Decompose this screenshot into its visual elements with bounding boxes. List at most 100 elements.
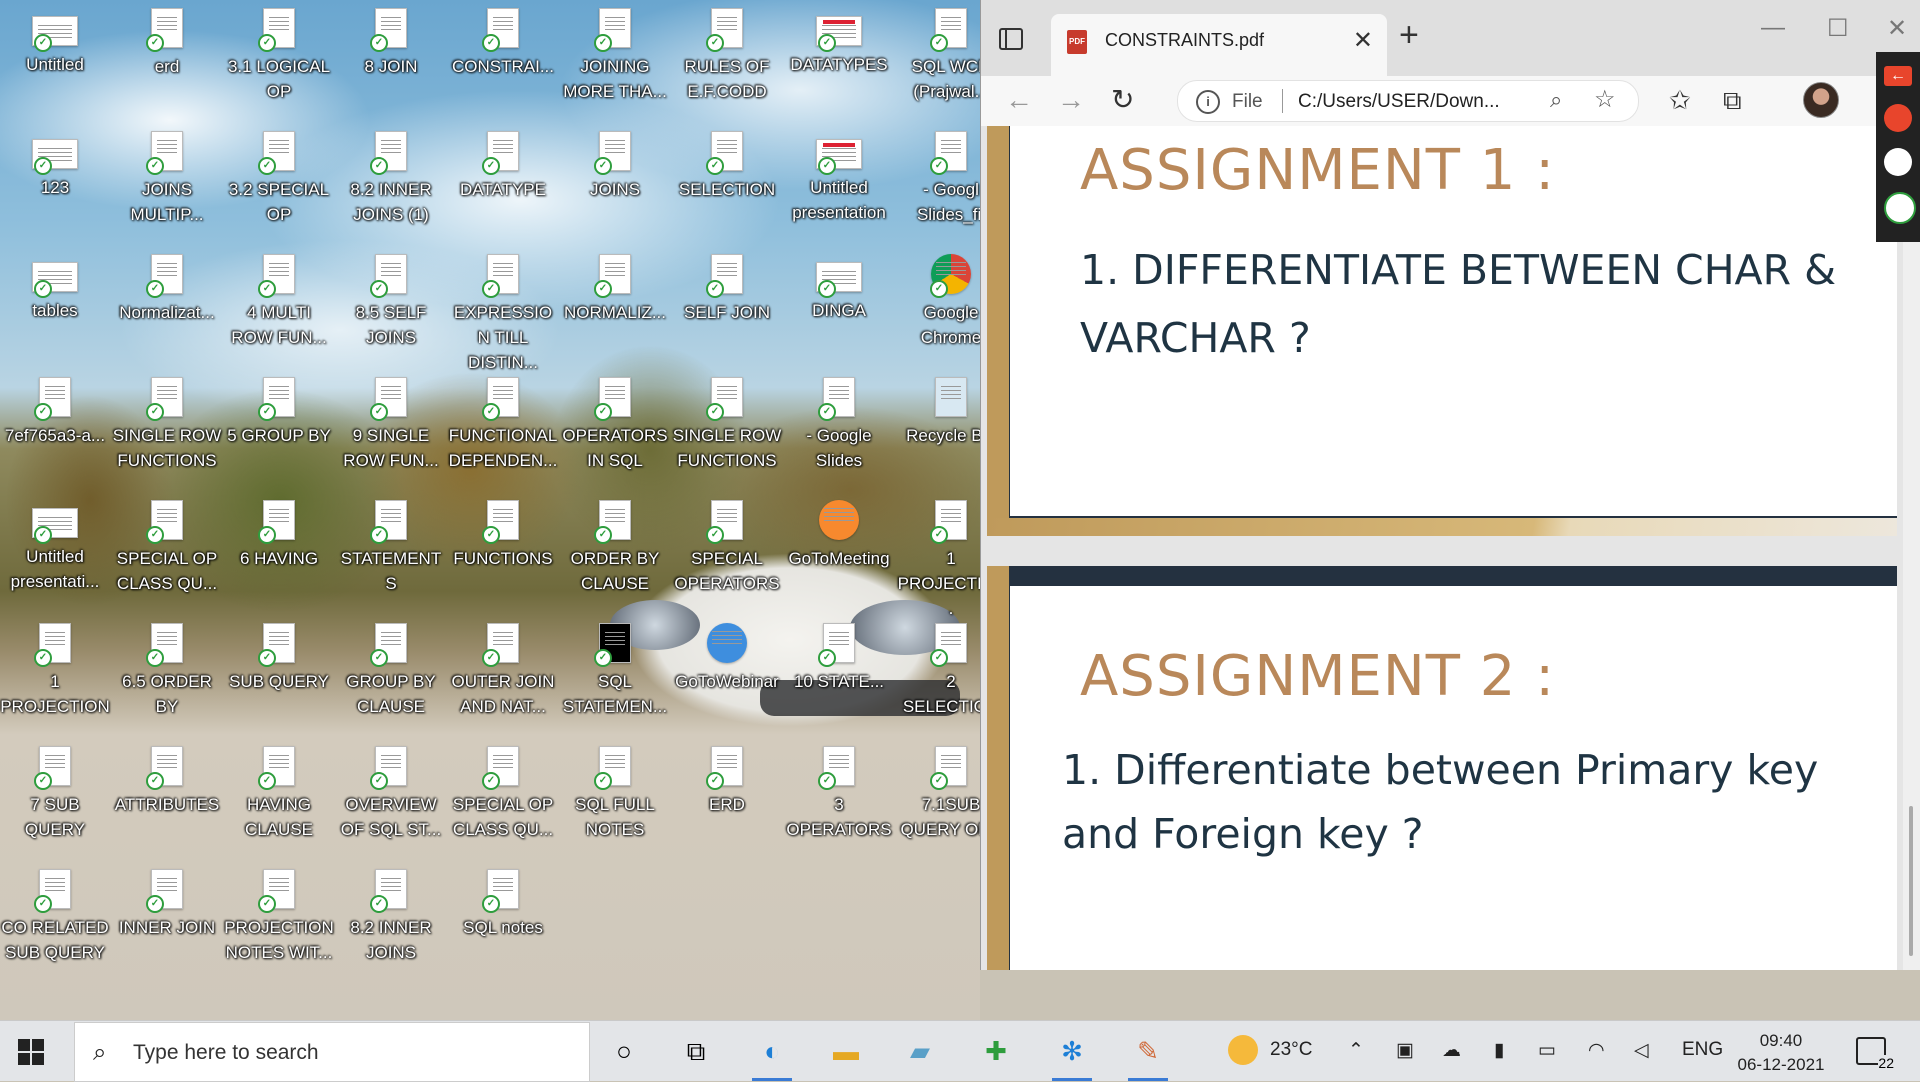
desktop-icon[interactable]: ✓ 8.5 SELF JOINS [336,254,446,350]
desktop-icon[interactable]: ✓ GROUP BY CLAUSE [336,623,446,719]
file-explorer-icon[interactable]: ▬ [826,1033,866,1069]
desktop-icon[interactable]: GoToMeeting [784,500,894,571]
desktop-icon[interactable]: ✓ 9 SINGLE ROW FUN... [336,377,446,473]
pin-app-icon[interactable]: ✚ [976,1033,1016,1069]
download-icon[interactable] [1884,192,1916,224]
onedrive-icon[interactable]: ☁ [1442,1039,1461,1062]
desktop-icon[interactable]: ✓ STATEMENTS [336,500,446,596]
desktop-icon[interactable]: ✓ 7ef765a3-a... [0,377,110,448]
maximize-icon[interactable]: ☐ [1827,14,1849,43]
clock[interactable]: 09:40 06-12-2021 [1726,1029,1836,1077]
desktop-icon[interactable]: ✓ 6 HAVING [224,500,334,571]
site-info-icon[interactable]: i [1196,90,1220,114]
chevron-up-icon[interactable]: ⌃ [1348,1039,1364,1062]
desktop-icon[interactable]: ✓ 1 PROJECTIO... [896,500,980,621]
desktop-icon[interactable]: ✓ HAVING CLAUSE [224,746,334,842]
desktop-icon[interactable]: ✓ 7 SUB QUERY [0,746,110,842]
new-tab-icon[interactable]: + [1399,18,1419,52]
desktop-icon[interactable]: GoToWebinar [672,623,782,694]
notification-center-icon[interactable]: 22 [1856,1037,1894,1071]
language-indicator[interactable]: ENG [1682,1039,1723,1061]
desktop-icon[interactable]: ✓ 6.5 ORDER BY [112,623,222,719]
battery-icon[interactable]: ▭ [1538,1039,1556,1062]
desktop-icon[interactable]: ✓ Untitled presentation [784,131,894,225]
desktop-icon[interactable]: ✓ PROJECTION NOTES WIT... [224,869,334,965]
minimize-icon[interactable]: — [1761,14,1785,42]
edge-browser-icon[interactable]: ◐ [752,1033,792,1081]
desktop-icon[interactable]: ✓ CONSTRAI... [448,8,558,79]
desktop-icon[interactable]: ✓ ORDER BY CLAUSE [560,500,670,596]
desktop-icon[interactable]: ✓ SINGLE ROW FUNCTIONS [112,377,222,473]
desktop-icon[interactable]: ✓ JOINING MORE THA... [560,8,670,104]
desktop-icon[interactable]: ✓ JOINS [560,131,670,202]
desktop-icon[interactable]: ✓ OUTER JOIN AND NAT... [448,623,558,719]
windows-start-icon[interactable] [18,1039,44,1065]
desktop-icon[interactable]: ✓ FUNCTIONAL DEPENDEN... [448,377,558,473]
desktop-icon[interactable]: ✓ 8.2 INNER JOINS [336,869,446,965]
desktop-icon[interactable]: ✓ SQL notes [448,869,558,940]
desktop-icon[interactable]: ✓ SQL WCD (Prajwal... [896,8,980,104]
microphone-tray-icon[interactable]: ▮ [1494,1039,1504,1062]
taskbar-search-box[interactable]: ⌕ Type here to search [74,1022,590,1082]
address-bar[interactable]: i File C:/Users/USER/Down... ⌕ ☆ [1177,80,1639,122]
desktop-icon[interactable]: ✓ OVERVIEW OF SQL ST... [336,746,446,842]
desktop-icon[interactable]: ✓ OPERATORS IN SQL [560,377,670,473]
desktop-icon[interactable]: ✓ SQL STATEMEN... [560,623,670,719]
desktop-icon[interactable]: ✓ Normalizat... [112,254,222,325]
cortana-icon[interactable]: ○ [604,1033,644,1069]
close-window-icon[interactable]: ✕ [1887,14,1907,43]
desktop-icon[interactable]: ✓ SINGLE ROW FUNCTIONS [672,377,782,473]
desktop-icon[interactable]: ✓ 3.1 LOGICAL OP [224,8,334,104]
desktop-icon[interactable]: ✓ 8 JOIN [336,8,446,79]
desktop-icon[interactable]: ✓ DATATYPE [448,131,558,202]
desktop-icon[interactable]: ✓ SQL FULL NOTES [560,746,670,842]
notes-app-icon[interactable]: ▰ [900,1033,940,1069]
desktop-icon[interactable]: ✓ EXPRESSION TILL DISTIN... [448,254,558,375]
wifi-icon[interactable]: ◠ [1588,1039,1605,1062]
meet-now-icon[interactable]: ▣ [1396,1039,1414,1062]
desktop-icon[interactable]: ✓ SPECIAL OP CLASS QU... [112,500,222,596]
desktop-icon[interactable]: ✓ SELF JOIN [672,254,782,325]
desktop-icon[interactable]: ✓ RULES OF E.F.CODD [672,8,782,104]
arrow-left-icon[interactable]: ← [1884,66,1912,86]
refresh-icon[interactable]: ↻ [1111,82,1134,118]
desktop-icon[interactable]: ✓ 8.2 INNER JOINS (1) [336,131,446,227]
desktop-icon[interactable]: ✓ DATATYPES [784,8,894,77]
desktop-icon[interactable]: ✓ DINGA [784,254,894,323]
desktop-icon[interactable]: ✓ 5 GROUP BY [224,377,334,448]
desktop-icon[interactable]: ✓ 1 PROJECTION [0,623,110,719]
desktop-icon[interactable]: ✓ SPECIAL OP CLASS QU... [448,746,558,842]
desktop-icon[interactable]: ✓ 123 [0,131,110,200]
desktop-icon[interactable]: ✓ NORMALIZ... [560,254,670,325]
desktop-icon[interactable]: ✓ Untitled presentati... [0,500,110,594]
desktop-icon[interactable]: ✓ FUNCTIONS [448,500,558,571]
task-view-icon[interactable]: ⧉ [676,1033,716,1069]
desktop-icon[interactable]: ✓ SELECTION [672,131,782,202]
desktop-icon[interactable]: ✓ 2 SELECTION [896,623,980,719]
desktop-icon[interactable]: Recycle Bin [896,377,980,448]
url-text[interactable]: C:/Users/USER/Down... [1298,91,1500,113]
paint-app-icon[interactable]: ✎ [1128,1033,1168,1081]
pdf-viewer[interactable]: ASSIGNMENT 1 : 1. DIFFERENTIATE BETWEEN … [981,126,1920,970]
desktop-icon[interactable]: ✓ INNER JOIN [112,869,222,940]
desktop-icon[interactable]: ✓ CO RELATED SUB QUERY [0,869,110,965]
desktop-icon[interactable]: ✓ ERD [672,746,782,817]
profile-avatar[interactable] [1803,82,1839,118]
desktop-icon[interactable]: ✓ Untitled [0,8,110,77]
desktop-icon[interactable]: ✓ - Google Slides [784,377,894,473]
vertical-scrollbar[interactable] [1903,126,1920,970]
microphone-icon[interactable] [1884,104,1912,132]
desktop-icon[interactable]: ✓ 3.2 SPECIAL OP [224,131,334,227]
volume-icon[interactable]: ◁ [1634,1039,1649,1062]
desktop-icon[interactable]: ✓ - Googl Slides_fil [896,131,980,227]
desktop-icon[interactable]: ✓ tables [0,254,110,323]
desktop-icon[interactable]: ✓ SPECIAL OPERATORS [672,500,782,596]
desktop-icon[interactable]: ✓ ATTRIBUTES [112,746,222,817]
scrollbar-thumb[interactable] [1909,806,1913,956]
desktop-icon[interactable]: ✓ JOINS MULTIP... [112,131,222,227]
collections-icon[interactable]: ⧉ [1723,82,1742,118]
close-tab-icon[interactable]: ✕ [1353,26,1373,55]
desktop-icon[interactable]: ✓ 10 STATE... [784,623,894,694]
desktop-icon[interactable]: ✓ erd [112,8,222,79]
forward-icon[interactable]: → [1057,82,1085,118]
